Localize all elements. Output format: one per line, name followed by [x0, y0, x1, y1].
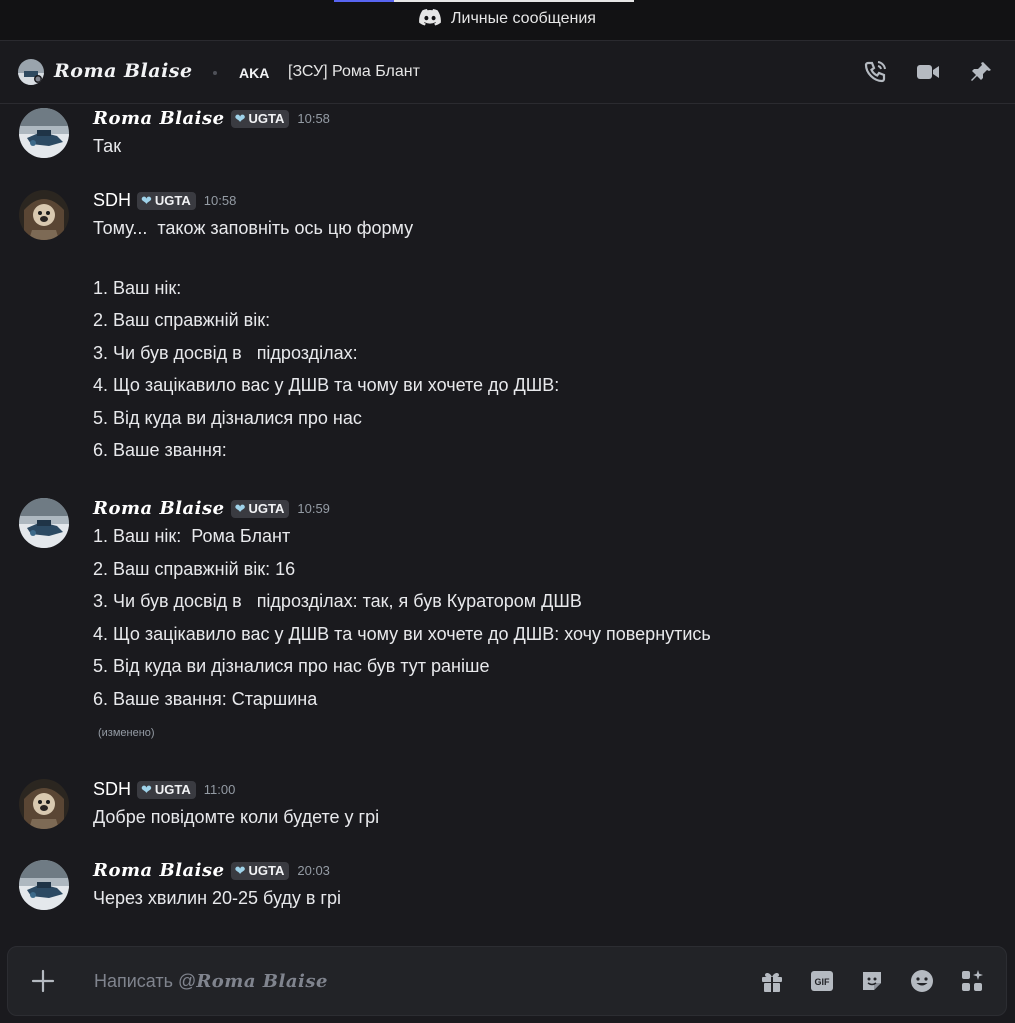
- message-line: 3. Чи був досвід в підрозділах:: [93, 343, 358, 363]
- server-tag[interactable]: ❤ UGTA: [230, 861, 290, 880]
- avatar[interactable]: [19, 108, 69, 158]
- author-name[interactable]: 𝑹𝒐𝒎𝒂 𝑩𝒍𝒂𝒊𝒔𝒆: [93, 498, 225, 519]
- window-title-group: Личные сообщения: [0, 9, 1015, 31]
- message-line: 5. Від куда ви дізналися про нас: [93, 408, 362, 428]
- avatar[interactable]: [19, 498, 69, 548]
- avatar[interactable]: [19, 779, 69, 829]
- apps-icon[interactable]: [959, 968, 985, 994]
- message-line: 2. Ваш справжній вік: 16: [93, 559, 296, 579]
- author-name[interactable]: 𝑹𝒐𝒎𝒂 𝑩𝒍𝒂𝒊𝒔𝒆: [93, 860, 225, 881]
- timestamp[interactable]: 10:58: [204, 193, 237, 208]
- message-header: 𝑹𝒐𝒎𝒂 𝑩𝒍𝒂𝒊𝒔𝒆 ❤ UGTA 10:58: [93, 108, 330, 132]
- timestamp[interactable]: 10:59: [297, 501, 330, 516]
- message-line: 5. Від куда ви дізналися про нас був тут…: [93, 656, 490, 676]
- message-header: SDH ❤ UGTA 10:58: [93, 190, 236, 214]
- message-line: 1. Ваш нік:: [93, 278, 182, 298]
- window-titlebar: Личные сообщения: [0, 0, 1015, 41]
- video-call-icon[interactable]: [915, 60, 941, 84]
- pin-icon[interactable]: [968, 60, 994, 84]
- message-header: SDH ❤ UGTA 11:00: [93, 779, 235, 803]
- server-tag-label: UGTA: [248, 500, 285, 516]
- message-line: Тому... також заповніть ось цю форму: [93, 218, 414, 238]
- server-tag-label: UGTA: [248, 862, 285, 878]
- server-tag-label: UGTA: [154, 192, 191, 208]
- author-name[interactable]: 𝑹𝒐𝒎𝒂 𝑩𝒍𝒂𝒊𝒔𝒆: [93, 108, 225, 129]
- message-line: 6. Ваше звання:: [93, 440, 227, 460]
- message-line: Добре повідомте коли будете у грі: [93, 807, 380, 827]
- aka-label: AKA: [239, 65, 270, 81]
- message-line: 1. Ваш нік: Рома Блант: [93, 526, 291, 546]
- avatar[interactable]: [19, 190, 69, 240]
- timestamp[interactable]: 11:00: [204, 782, 236, 797]
- server-tag[interactable]: ❤ UGTA: [230, 499, 290, 518]
- message-line: 3. Чи був досвід в підрозділах: так, я б…: [93, 591, 582, 611]
- window-tab-indicator: [334, 0, 634, 2]
- heart-icon: ❤: [141, 192, 152, 208]
- dm-header: 𝑹𝒐𝒎𝒂 𝑩𝒍𝒂𝒊𝒔𝒆 AKA [ЗСУ] Рома Блант: [0, 41, 1015, 104]
- timestamp[interactable]: 20:03: [297, 863, 330, 878]
- message-input-placeholder-name: 𝑹𝒐𝒎𝒂 𝑩𝒍𝒂𝒊𝒔𝒆: [196, 971, 328, 992]
- emoji-icon[interactable]: [909, 968, 935, 994]
- message-line: Так: [93, 136, 122, 156]
- header-display-name[interactable]: 𝑹𝒐𝒎𝒂 𝑩𝒍𝒂𝒊𝒔𝒆: [54, 60, 193, 82]
- message-line: 6. Ваше звання: Старшина: [93, 689, 318, 709]
- avatar[interactable]: [19, 860, 69, 910]
- gif-icon[interactable]: GIF: [809, 968, 835, 994]
- message-line: Через хвилин 20-25 буду в грі: [93, 888, 342, 908]
- author-name[interactable]: SDH: [93, 779, 131, 799]
- timestamp[interactable]: 10:58: [297, 111, 330, 126]
- edited-label: (изменено): [98, 727, 155, 739]
- message-input[interactable]: Написать @𝑹𝒐𝒎𝒂 𝑩𝒍𝒂𝒊𝒔𝒆: [94, 971, 328, 992]
- heart-icon: ❤: [234, 862, 246, 878]
- message-line: 4. Що зацікавило вас у ДШВ та чому ви хо…: [93, 624, 711, 644]
- server-tag-label: UGTA: [154, 781, 191, 797]
- heart-icon: ❤: [234, 110, 246, 126]
- window-title: Личные сообщения: [451, 10, 596, 27]
- message-line: 2. Ваш справжній вік:: [93, 310, 271, 330]
- gift-icon[interactable]: [759, 968, 785, 994]
- message-line: 4. Що зацікавило вас у ДШВ та чому ви хо…: [93, 375, 560, 395]
- heart-icon: ❤: [234, 500, 246, 516]
- message-list[interactable]: 𝑹𝒐𝒎𝒂 𝑩𝒍𝒂𝒊𝒔𝒆 ❤ UGTA 10:58 Так SDH ❤ UGTA 10:58 …: [0, 104, 1015, 944]
- message-header: 𝑹𝒐𝒎𝒂 𝑩𝒍𝒂𝒊𝒔𝒆 ❤ UGTA 20:03: [93, 860, 330, 884]
- message-input-placeholder-prefix: Написать @: [94, 971, 197, 991]
- sticker-icon[interactable]: [859, 968, 885, 994]
- author-name[interactable]: SDH: [93, 190, 131, 210]
- gif-icon-label: GIF: [815, 977, 831, 987]
- header-nickname: [ЗСУ] Рома Блант: [288, 63, 420, 80]
- server-tag[interactable]: ❤ UGTA: [137, 780, 196, 799]
- message-composer: Написать @𝑹𝒐𝒎𝒂 𝑩𝒍𝒂𝒊𝒔𝒆 GIF: [7, 946, 1007, 1016]
- discord-logo-icon: [419, 9, 441, 31]
- heart-icon: ❤: [141, 781, 152, 797]
- add-attachment-icon[interactable]: [30, 968, 56, 994]
- header-avatar[interactable]: [18, 59, 44, 85]
- server-tag[interactable]: ❤ UGTA: [137, 191, 196, 210]
- server-tag[interactable]: ❤ UGTA: [230, 109, 290, 128]
- server-tag-label: UGTA: [248, 110, 285, 126]
- header-separator-dot: [213, 71, 217, 75]
- message-header: 𝑹𝒐𝒎𝒂 𝑩𝒍𝒂𝒊𝒔𝒆 ❤ UGTA 10:59: [93, 498, 330, 522]
- voice-call-icon[interactable]: [863, 60, 889, 84]
